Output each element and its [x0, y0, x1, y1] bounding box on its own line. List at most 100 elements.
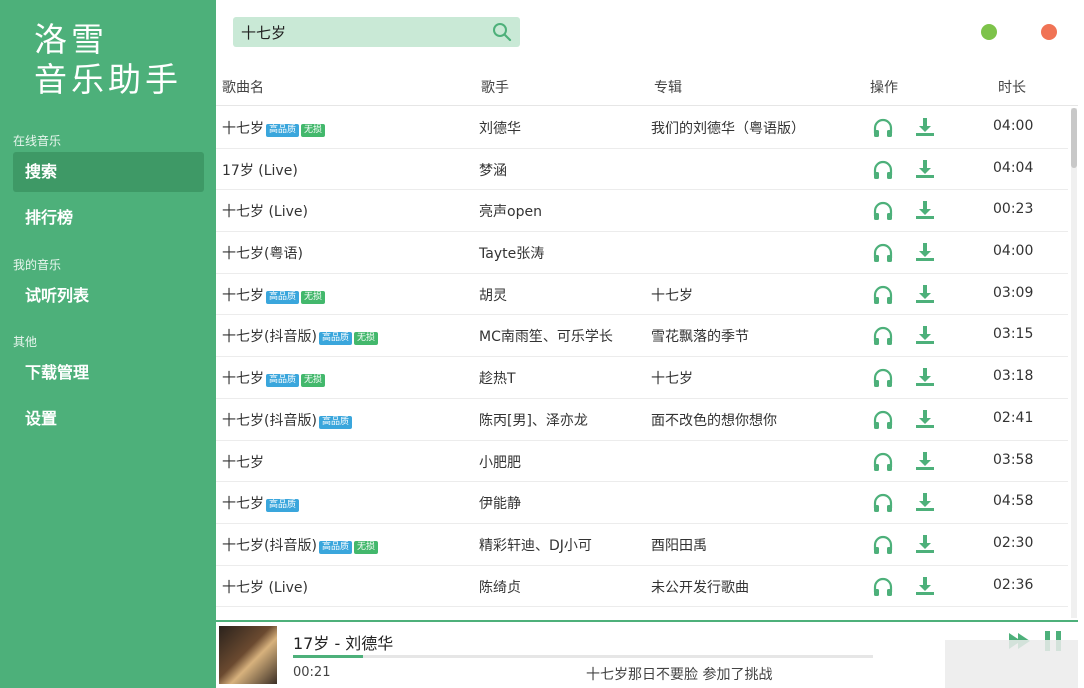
table-row[interactable]: 17岁 (Live) 梦涵 04:04 — [216, 149, 1068, 191]
listen-icon[interactable] — [872, 451, 894, 473]
search-icon[interactable] — [492, 22, 512, 42]
table-row[interactable]: 十七岁 高品质 无损 趁热T 十七岁 03:18 — [216, 357, 1068, 399]
scrollbar[interactable] — [1071, 108, 1077, 618]
download-icon[interactable] — [914, 116, 936, 138]
artist-cell[interactable]: 陈丙[男]、泽亦龙 — [479, 410, 588, 430]
listen-icon[interactable] — [872, 534, 894, 556]
download-icon[interactable] — [914, 408, 936, 430]
download-icon[interactable] — [914, 491, 936, 513]
artist-cell[interactable]: MC南雨笙、可乐学长 — [479, 326, 613, 346]
song-name-cell: 十七岁 — [222, 452, 264, 472]
sidebar-item-settings[interactable]: 设置 — [13, 399, 204, 439]
album-cell[interactable]: 十七岁 — [651, 368, 693, 388]
tag-lossless: 无损 — [353, 540, 378, 554]
download-icon[interactable] — [914, 324, 936, 346]
duration-cell: 00:23 — [993, 201, 1034, 218]
listen-icon[interactable] — [872, 576, 894, 598]
table-row[interactable]: 十七岁(抖音版) 高品质 陈丙[男]、泽亦龙 面不改色的想你想你 02:41 — [216, 399, 1068, 441]
artist-cell[interactable]: 趁热T — [479, 368, 516, 388]
listen-icon[interactable] — [872, 117, 894, 139]
download-icon[interactable] — [914, 366, 936, 388]
tag-high-quality: 高品质 — [266, 374, 300, 388]
scrollbar-thumb[interactable] — [1071, 108, 1077, 168]
progress-bar[interactable] — [293, 655, 873, 658]
tag-high-quality: 高品质 — [266, 499, 300, 513]
header-artist: 歌手 — [481, 80, 509, 96]
song-table: 十七岁 高品质 无损 刘德华 我们的刘德华（粤语版） 04:00 17岁 (Live) 梦涵 0… — [216, 107, 1068, 619]
duration-cell: 03:15 — [993, 326, 1034, 343]
download-icon[interactable] — [914, 533, 936, 555]
album-cell[interactable]: 面不改色的想你想你 — [651, 410, 777, 430]
sidebar-item-downloads[interactable]: 下载管理 — [13, 353, 204, 393]
listen-icon[interactable] — [872, 159, 894, 181]
album-cell[interactable]: 未公开发行歌曲 — [651, 577, 749, 597]
artist-cell[interactable]: 亮声open — [479, 201, 542, 221]
song-name: 十七岁(抖音版) — [222, 412, 317, 429]
table-row[interactable]: 十七岁(粤语) Tayte张涛 04:00 — [216, 232, 1068, 274]
download-icon[interactable] — [914, 158, 936, 180]
song-name: 17岁 (Live) — [222, 162, 298, 179]
listen-icon[interactable] — [872, 409, 894, 431]
song-name: 十七岁 (Live) — [222, 204, 308, 221]
sidebar-item-search[interactable]: 搜索 — [13, 152, 204, 192]
tag-lossless: 无损 — [301, 290, 326, 304]
tag-lossless: 无损 — [301, 374, 326, 388]
song-name-cell: 十七岁 高品质 无损 — [222, 285, 326, 305]
artist-cell[interactable]: 梦涵 — [479, 160, 507, 180]
song-name-cell: 十七岁 (Live) — [222, 577, 308, 597]
download-icon[interactable] — [914, 241, 936, 263]
song-name: 十七岁(抖音版) — [222, 329, 317, 346]
song-name-cell: 17岁 (Live) — [222, 160, 298, 180]
song-name: 十七岁 — [222, 287, 264, 304]
artist-cell[interactable]: 精彩轩迪、DJ小可 — [479, 535, 592, 555]
artist-cell[interactable]: Tayte张涛 — [479, 243, 544, 263]
download-icon[interactable] — [914, 575, 936, 597]
song-name-cell: 十七岁(抖音版) 高品质 — [222, 410, 352, 430]
listen-icon[interactable] — [872, 492, 894, 514]
listen-icon[interactable] — [872, 325, 894, 347]
current-time: 00:21 — [293, 665, 331, 680]
close-button[interactable] — [1041, 24, 1057, 40]
artist-cell[interactable]: 胡灵 — [479, 285, 507, 305]
table-header: 歌曲名 歌手 专辑 操作 时长 — [216, 66, 1078, 106]
sidebar-item-listen-list[interactable]: 试听列表 — [13, 276, 204, 316]
album-cell[interactable]: 雪花飘落的季节 — [651, 326, 749, 346]
album-cell[interactable]: 我们的刘德华（粤语版） — [651, 118, 805, 138]
song-name-cell: 十七岁 高品质 无损 — [222, 368, 326, 388]
duration-cell: 04:00 — [993, 118, 1034, 134]
table-row[interactable]: 十七岁 高品质 无损 刘德华 我们的刘德华（粤语版） 04:00 — [216, 107, 1068, 149]
listen-icon[interactable] — [872, 242, 894, 264]
download-icon[interactable] — [914, 199, 936, 221]
download-icon[interactable] — [914, 283, 936, 305]
album-cell[interactable]: 酉阳田禹 — [651, 535, 707, 555]
song-name-cell: 十七岁(抖音版) 高品质 无损 — [222, 535, 378, 555]
header-album: 专辑 — [654, 80, 682, 96]
search-box — [233, 17, 520, 47]
duration-cell: 02:41 — [993, 409, 1034, 426]
table-row[interactable]: 十七岁(抖音版) 高品质 无损 MC南雨笙、可乐学长 雪花飘落的季节 03:15 — [216, 315, 1068, 358]
table-row[interactable]: 十七岁 高品质 无损 胡灵 十七岁 03:09 — [216, 274, 1068, 316]
listen-icon[interactable] — [872, 200, 894, 222]
table-row[interactable]: 十七岁 高品质 伊能静 04:58 — [216, 482, 1068, 524]
minimize-button[interactable] — [981, 24, 997, 40]
listen-icon[interactable] — [872, 367, 894, 389]
search-input[interactable] — [233, 17, 483, 47]
tag-high-quality: 高品质 — [266, 290, 300, 304]
listen-icon[interactable] — [872, 284, 894, 306]
song-name: 十七岁 — [222, 371, 264, 388]
sidebar-item-charts[interactable]: 排行榜 — [13, 198, 204, 238]
table-row[interactable]: 十七岁 小肥肥 03:58 — [216, 441, 1068, 483]
table-row[interactable]: 十七岁 (Live) 亮声open 00:23 — [216, 190, 1068, 233]
now-playing-title: 17岁 - 刘德华 — [293, 634, 394, 653]
duration-cell: 02:30 — [993, 534, 1034, 551]
artist-cell[interactable]: 陈绮贞 — [479, 577, 521, 597]
artist-cell[interactable]: 小肥肥 — [479, 452, 521, 472]
duration-cell: 03:58 — [993, 451, 1034, 468]
download-icon[interactable] — [914, 450, 936, 472]
artist-cell[interactable]: 刘德华 — [479, 118, 521, 138]
album-cell[interactable]: 十七岁 — [651, 285, 693, 305]
table-row[interactable]: 十七岁(抖音版) 高品质 无损 精彩轩迪、DJ小可 酉阳田禹 02:30 — [216, 524, 1068, 566]
section-label-my-music: 我的音乐 — [13, 258, 62, 272]
table-row[interactable]: 十七岁 (Live) 陈绮贞 未公开发行歌曲 02:36 — [216, 566, 1068, 608]
artist-cell[interactable]: 伊能静 — [479, 493, 521, 513]
